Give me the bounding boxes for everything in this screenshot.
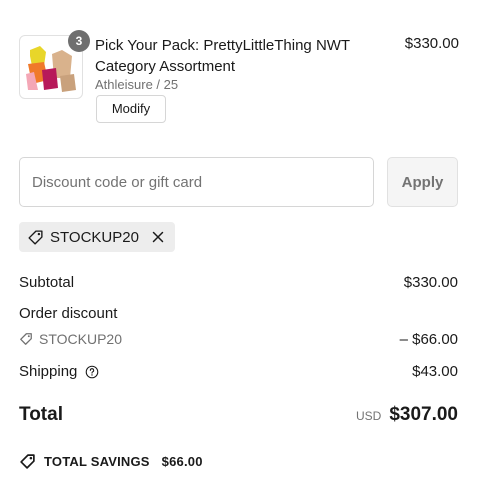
total-savings: TOTAL SAVINGS $66.00 xyxy=(19,453,203,470)
tag-icon xyxy=(20,333,32,345)
shipping-label: Shipping xyxy=(19,363,78,380)
subtotal-label: Subtotal xyxy=(19,274,75,291)
modify-button[interactable]: Modify xyxy=(96,95,166,123)
tag-icon xyxy=(20,454,35,469)
subtotal-value: $330.00 xyxy=(403,274,458,291)
total-amount-group: USD $307.00 xyxy=(356,404,458,426)
tag-icon xyxy=(28,229,43,245)
shipping-label-group: Shipping xyxy=(19,363,99,380)
total-value: $307.00 xyxy=(389,404,458,425)
product-thumbnail: 3 xyxy=(19,30,90,99)
order-discount-label: Order discount xyxy=(19,305,118,322)
question-circle-icon[interactable] xyxy=(85,365,99,379)
order-discount-value: – $66.00 xyxy=(399,331,458,348)
savings-value: $66.00 xyxy=(161,454,203,469)
order-discount-code-text: STOCKUP20 xyxy=(39,331,122,347)
total-label: Total xyxy=(19,404,63,425)
product-variant: Athleisure / 25 xyxy=(95,77,179,92)
product-price: $330.00 xyxy=(404,35,459,52)
product-title: Pick Your Pack: PrettyLittleThing NWT Ca… xyxy=(95,37,350,75)
applied-discount-tag: STOCKUP20 xyxy=(19,222,175,252)
cart-line-item: 3 Pick Your Pack: PrettyLittleThing NWT … xyxy=(19,30,459,125)
close-icon[interactable] xyxy=(151,230,165,244)
total-currency: USD xyxy=(355,409,382,423)
order-discount-code: STOCKUP20 xyxy=(19,331,122,347)
apply-discount-button[interactable]: Apply xyxy=(387,157,458,207)
applied-discount-code: STOCKUP20 xyxy=(50,228,139,246)
shipping-value: $43.00 xyxy=(412,363,458,380)
savings-label: TOTAL SAVINGS xyxy=(44,454,150,469)
discount-code-input[interactable] xyxy=(19,157,374,207)
quantity-badge: 3 xyxy=(68,30,90,52)
